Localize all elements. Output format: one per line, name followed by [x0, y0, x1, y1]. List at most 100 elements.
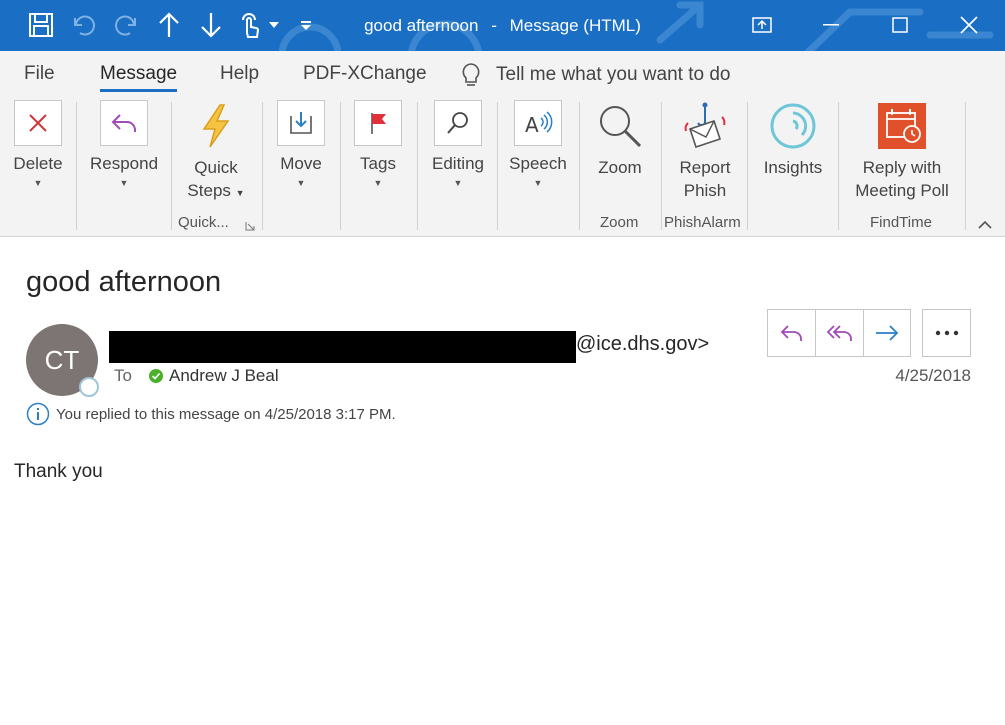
reply-all-icon [826, 325, 852, 341]
flag-icon [354, 100, 402, 146]
quick-steps-button[interactable]: Quick Steps ▼ [180, 97, 252, 205]
ribbon-separator [340, 102, 341, 230]
window-title-subject: good afternoon [364, 16, 479, 35]
forward-icon [875, 325, 899, 341]
zoom-label: Zoom [598, 158, 642, 177]
reply-icon [100, 100, 148, 146]
speech-label: Speech [509, 154, 567, 173]
editing-button[interactable]: Editing ▼ [427, 97, 489, 189]
zoom-group-label: Zoom [600, 214, 639, 231]
reply-info-text: You replied to this message on 4/25/2018… [56, 405, 396, 423]
lightbulb-icon [462, 63, 480, 86]
tab-pdf-xchange[interactable]: PDF-XChange [303, 63, 427, 85]
search-icon [434, 100, 482, 146]
delete-icon [14, 100, 62, 146]
reply-icon [780, 325, 802, 341]
message-date: 4/25/2018 [895, 366, 971, 385]
forward-button[interactable] [862, 310, 910, 356]
report-phish-label-line1: Report [679, 158, 731, 177]
window-title: good afternoon - Message (HTML) [0, 0, 1005, 51]
maximize-icon[interactable] [877, 6, 923, 44]
quick-steps-group-label: Quick... [178, 214, 229, 231]
more-actions-button[interactable] [922, 309, 971, 357]
tab-file[interactable]: File [24, 63, 55, 85]
ribbon-separator [579, 102, 580, 230]
delete-label: Delete [13, 154, 63, 173]
ribbon-separator [661, 102, 662, 230]
tab-message[interactable]: Message [100, 63, 178, 92]
ribbon: Delete ▼ Respond ▼ Quick Steps ▼ Quick..… [0, 97, 1005, 237]
chevron-down-icon: ▼ [119, 178, 129, 188]
sender-address[interactable]: @ice.dhs.gov> [576, 333, 709, 356]
tags-button[interactable]: Tags ▼ [352, 97, 404, 189]
recipient[interactable]: Andrew J Beal [149, 366, 279, 386]
insights-label: Insights [763, 158, 823, 177]
zoom-icon [595, 100, 645, 152]
findtime-group-label: FindTime [870, 214, 932, 231]
speech-button[interactable]: A Speech ▼ [507, 97, 569, 189]
window-title-separator: - [491, 16, 497, 35]
tell-me-label: Tell me what you want to do [496, 64, 731, 85]
minimize-icon[interactable] [808, 6, 854, 44]
presence-status-icon [79, 377, 99, 397]
ribbon-separator [171, 102, 172, 230]
ribbon-separator [497, 102, 498, 230]
quick-steps-label-line2: Steps ▼ [187, 181, 245, 200]
read-aloud-icon: A [514, 100, 562, 146]
phish-alarm-icon [682, 100, 728, 152]
ribbon-separator [747, 102, 748, 230]
quick-steps-label-line1: Quick [194, 158, 238, 177]
collapse-ribbon-icon[interactable] [978, 216, 992, 234]
info-icon [26, 402, 50, 426]
move-button[interactable]: Move ▼ [272, 97, 330, 189]
respond-button[interactable]: Respond ▼ [88, 97, 160, 189]
respond-label: Respond [89, 154, 159, 173]
window-title-type: Message (HTML) [509, 16, 641, 35]
ribbon-separator [76, 102, 77, 230]
meeting-poll-icon [877, 100, 927, 152]
svg-text:A: A [525, 113, 539, 136]
insights-button[interactable]: Insights [756, 97, 830, 179]
meeting-poll-label-line2: Meeting Poll [855, 181, 949, 200]
recipient-name: Andrew J Beal [169, 366, 279, 385]
chevron-down-icon: ▼ [296, 178, 306, 188]
editing-label: Editing [432, 154, 484, 173]
reply-button[interactable] [768, 310, 815, 356]
tags-label: Tags [360, 154, 396, 173]
report-phish-label-line2: Phish [683, 181, 727, 200]
ribbon-display-options-icon[interactable] [739, 6, 785, 44]
ribbon-separator [417, 102, 418, 230]
reply-all-button[interactable] [815, 310, 862, 356]
report-phish-button[interactable]: Report Phish [670, 97, 740, 202]
tell-me-search[interactable]: Tell me what you want to do [458, 60, 730, 90]
title-bar: good afternoon - Message (HTML) [0, 0, 1005, 51]
available-status-icon [149, 369, 163, 383]
redacted-sender-name [109, 331, 576, 363]
meeting-poll-label-line1: Reply with [862, 158, 942, 177]
zoom-button[interactable]: Zoom [590, 97, 650, 179]
ribbon-separator [965, 102, 966, 230]
insights-icon [768, 100, 818, 152]
avatar-initials: CT [44, 344, 80, 375]
ribbon-separator [838, 102, 839, 230]
tab-help[interactable]: Help [220, 63, 259, 85]
reply-with-meeting-poll-button[interactable]: Reply with Meeting Poll [848, 97, 956, 202]
more-icon [935, 330, 958, 336]
phishalarm-group-label: PhishAlarm [664, 214, 741, 231]
message-body: Thank you [14, 461, 103, 482]
to-label: To [114, 366, 132, 385]
chevron-down-icon: ▼ [373, 178, 383, 188]
lightning-bolt-icon [198, 100, 234, 152]
move-to-folder-icon [277, 100, 325, 146]
delete-button[interactable]: Delete ▼ [10, 97, 66, 189]
message-subject: good afternoon [26, 266, 222, 298]
message-action-buttons [767, 309, 911, 357]
chevron-down-icon: ▼ [533, 178, 543, 188]
reply-info-bar: You replied to this message on 4/25/2018… [26, 402, 396, 426]
dialog-launcher-icon[interactable] [245, 218, 255, 236]
chevron-down-icon: ▼ [33, 178, 43, 188]
move-label: Move [280, 154, 322, 173]
chevron-down-icon: ▼ [453, 178, 463, 188]
close-icon[interactable] [946, 6, 992, 44]
ribbon-separator [262, 102, 263, 230]
